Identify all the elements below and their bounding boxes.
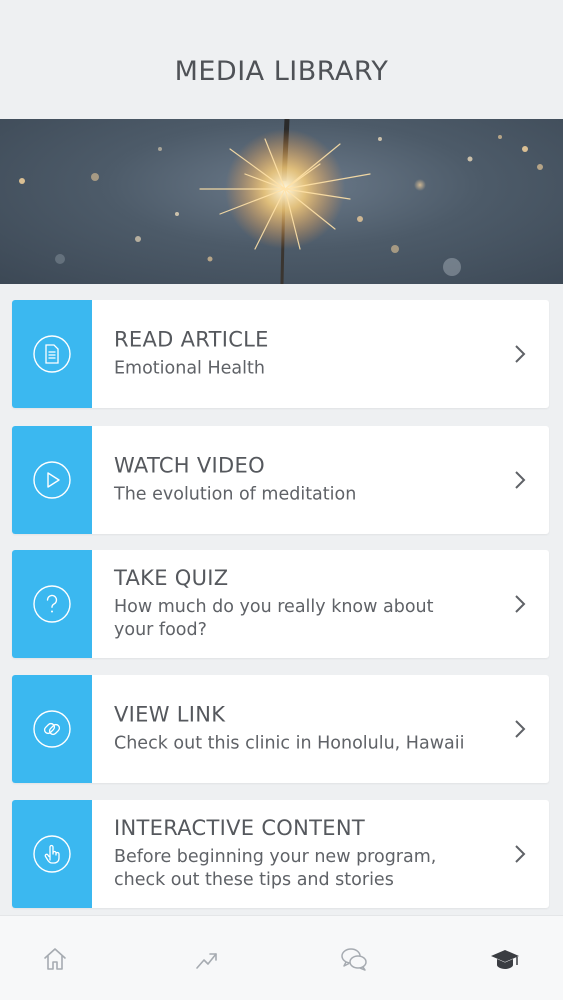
list-item-read-article[interactable]: READ ARTICLE Emotional Health xyxy=(12,300,549,408)
list-item-subtitle: Emotional Health xyxy=(114,358,265,379)
list-item-title: READ ARTICLE xyxy=(114,327,269,352)
list-item-view-link[interactable]: VIEW LINK Check out this clinic in Honol… xyxy=(12,675,549,783)
chat-icon xyxy=(341,948,367,971)
chevron-right-icon xyxy=(515,845,526,863)
bottom-tab-bar xyxy=(0,915,563,1000)
list-item-title: TAKE QUIZ xyxy=(114,566,229,590)
question-icon xyxy=(33,585,71,623)
list-item-icon-tile xyxy=(12,426,92,534)
trend-icon xyxy=(196,953,217,969)
tab-messages[interactable] xyxy=(334,942,374,976)
chevron-right-icon xyxy=(515,595,526,613)
link-icon xyxy=(33,710,71,748)
list-item-subtitle: Before beginning your new program, check… xyxy=(114,847,437,890)
list-item-take-quiz[interactable]: TAKE QUIZ How much do you really know ab… xyxy=(12,550,549,658)
list-item-icon-tile xyxy=(12,800,92,908)
header-bar: MEDIA LIBRARY xyxy=(0,0,563,119)
list-item-icon-tile xyxy=(12,300,92,408)
chevron-right-icon xyxy=(515,345,526,363)
hero-image xyxy=(0,119,563,284)
hand-pointer-icon xyxy=(33,835,71,873)
list-item-subtitle: The evolution of meditation xyxy=(114,484,357,505)
list-item-icon-tile xyxy=(12,675,92,783)
list-item-watch-video[interactable]: WATCH VIDEO The evolution of meditation xyxy=(12,426,549,534)
page-title: MEDIA LIBRARY xyxy=(174,56,389,87)
list-item-subtitle: Check out this clinic in Honolulu, Hawai… xyxy=(114,733,465,754)
chevron-right-icon xyxy=(515,471,526,489)
document-icon xyxy=(33,335,71,373)
list-item-title: INTERACTIVE CONTENT xyxy=(114,816,365,840)
list-item-title: WATCH VIDEO xyxy=(114,453,265,478)
list-item-interactive-content[interactable]: INTERACTIVE CONTENT Before beginning you… xyxy=(12,800,549,908)
tab-home[interactable] xyxy=(35,942,75,976)
list-item-subtitle: How much do you really know about your f… xyxy=(114,597,434,640)
play-icon xyxy=(33,461,71,499)
chevron-right-icon xyxy=(515,720,526,738)
list-item-title: VIEW LINK xyxy=(114,702,226,727)
graduation-cap-icon xyxy=(491,950,519,969)
home-icon xyxy=(44,948,66,970)
tab-learn[interactable] xyxy=(485,942,525,976)
tab-progress[interactable] xyxy=(187,942,227,976)
list-item-icon-tile xyxy=(12,550,92,658)
